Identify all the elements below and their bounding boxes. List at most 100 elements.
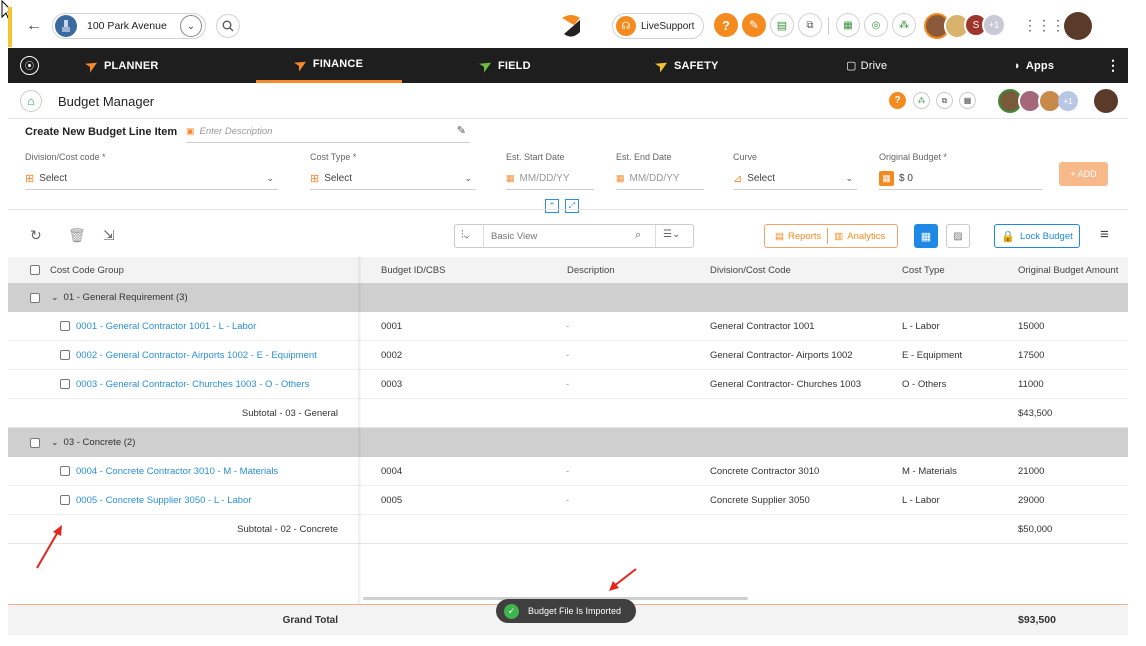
table-row[interactable]: 0001 - General Contractor 1001 - L - Lab… [8, 312, 1128, 341]
table-row[interactable]: 0002 - General Contractor- Airports 1002… [8, 341, 1128, 370]
reports-button[interactable]: Reports [788, 231, 821, 242]
row-checkbox[interactable] [60, 321, 70, 331]
cell-description: - [566, 378, 570, 390]
header-budget-id[interactable]: Budget ID/CBS [381, 257, 445, 283]
cost-type-value: Select [324, 173, 353, 184]
user-avatar[interactable] [1064, 12, 1092, 40]
group-row[interactable]: ⌄ 03 - Concrete (2) [8, 428, 1128, 457]
menu-toggle-icon[interactable]: ⦿ [20, 56, 39, 75]
annotation-arrow-icon [609, 568, 637, 591]
row-checkbox[interactable] [60, 350, 70, 360]
header-cost-code-group[interactable]: Cost Code Group [30, 257, 124, 283]
arrow-icon: ➤ [82, 55, 101, 75]
description-placeholder: Enter Description [199, 126, 273, 137]
row-checkbox[interactable] [60, 379, 70, 389]
end-date-field[interactable]: ▦ MM/DD/YY [616, 168, 704, 190]
hamburger-menu-icon[interactable]: ≡ [1100, 226, 1109, 243]
row-checkbox[interactable] [60, 466, 70, 476]
cell-budget-id: 0004 [381, 465, 403, 477]
table-row[interactable]: 0003 - General Contractor- Churches 1003… [8, 370, 1128, 399]
cell-budget-id: 0005 [381, 494, 403, 506]
apps-grid-icon[interactable]: ⋮⋮⋮ [1023, 15, 1065, 35]
search-icon[interactable] [216, 14, 240, 38]
table-row[interactable]: 0005 - Concrete Supplier 3050 - L - Labo… [8, 486, 1128, 515]
nav-apps[interactable]: ◗ Apps [1014, 48, 1054, 83]
nav-planner[interactable]: ➤ PLANNER [82, 48, 159, 83]
header-original-budget[interactable]: Original Budget Amount [1018, 257, 1118, 283]
nav-safety-label: SAFETY [673, 59, 719, 72]
select-all-checkbox[interactable] [30, 265, 40, 275]
kebab-menu-icon[interactable]: ⋮ [1106, 48, 1120, 83]
trash-icon[interactable]: 🗑 [68, 227, 86, 244]
add-button[interactable]: + ADD [1059, 162, 1108, 186]
header-cost-type[interactable]: Cost Type [902, 257, 945, 283]
header-description[interactable]: Description [567, 257, 615, 283]
cell-amount: 11000 [1018, 378, 1044, 390]
back-arrow-icon[interactable]: ← [26, 17, 42, 35]
cost-type-select[interactable]: ⊞ Select ⌄ [310, 168, 476, 190]
people-icon[interactable]: ⁂ [892, 13, 916, 37]
group-row[interactable]: ⌄ 01 - General Requirement (3) [8, 283, 1128, 312]
refresh-icon[interactable]: ↻ [30, 227, 42, 244]
chevron-down-icon[interactable]: ⌄ [180, 15, 202, 37]
collapse-icon[interactable]: ⌃ [545, 199, 559, 213]
live-support-button[interactable]: ☊ LiveSupport [612, 13, 704, 39]
filter-icon[interactable]: ☰⌄ [663, 229, 680, 240]
chevron-down-icon[interactable]: ⌄ [51, 437, 59, 448]
files-icon[interactable]: ⧉ [798, 13, 822, 37]
clipboard-icon[interactable]: ▤ [770, 13, 794, 37]
export-icon[interactable]: ⇲ [103, 227, 115, 244]
project-selector[interactable]: 100 Park Avenue ⌄ [52, 13, 206, 39]
chevron-down-icon[interactable]: ⌄ [51, 292, 59, 303]
more-users-badge[interactable]: +1 [1058, 91, 1078, 111]
gantt-view-icon[interactable]: ▨ [946, 224, 970, 248]
nav-finance[interactable]: ➤ FINANCE [256, 48, 402, 83]
start-date-field[interactable]: ▦ MM/DD/YY [506, 168, 594, 190]
nav-drive[interactable]: ▢ Drive [846, 48, 887, 83]
chat-icon[interactable]: ◎ [864, 13, 888, 37]
grid-toolbar: ↻ 🗑 ⇲ ⫶⌄ ⌕ ☰⌄ ▤ Reports ▥ Analytics ▦ ▨ … [8, 218, 1128, 256]
help-icon[interactable]: ? [714, 13, 738, 37]
group-label: 03 - Concrete (2) [63, 437, 136, 448]
project-avatar [55, 15, 77, 37]
row-name-link[interactable]: 0002 - General Contractor- Airports 1002… [76, 350, 317, 361]
row-name-link[interactable]: 0001 - General Contractor 1001 - L - Lab… [76, 321, 256, 332]
view-search-input[interactable] [491, 228, 631, 244]
project-name: 100 Park Avenue [87, 20, 167, 32]
analytics-button[interactable]: Analytics [847, 231, 885, 242]
nav-field[interactable]: ➤ FIELD [477, 48, 531, 83]
grid-view-icon[interactable]: ▦ [914, 224, 938, 248]
home-icon[interactable]: ⌂ [20, 90, 42, 112]
pencil-icon[interactable]: ✎ [457, 124, 466, 137]
cell-amount: 15000 [1018, 320, 1045, 332]
budget-field[interactable]: ▦ $ 0 [879, 168, 1043, 190]
row-name-link[interactable]: 0005 - Concrete Supplier 3050 - L - Labo… [76, 495, 252, 506]
group-checkbox[interactable] [30, 437, 40, 448]
expand-icon[interactable]: ⤢ [565, 199, 579, 213]
group-checkbox[interactable] [30, 292, 40, 303]
people-icon[interactable]: ⁂ [913, 92, 930, 109]
row-name-link[interactable]: 0004 - Concrete Contractor 3010 - M - Ma… [76, 466, 278, 477]
table-row[interactable]: 0004 - Concrete Contractor 3010 - M - Ma… [8, 457, 1128, 486]
curve-select[interactable]: ⊿ Select ⌄ [733, 168, 857, 190]
receipt-icon[interactable]: ▦ [836, 13, 860, 37]
cost-type-label: Cost Type * [310, 152, 357, 162]
view-options-icon[interactable]: ⫶⌄ [461, 229, 470, 242]
lock-budget-button[interactable]: 🔒 Lock Budget [994, 224, 1080, 248]
files-icon[interactable]: ⧉ [936, 92, 953, 109]
division-select[interactable]: ⊞ Select ⌄ [25, 168, 278, 190]
row-checkbox[interactable] [60, 495, 70, 505]
description-field[interactable]: ▣ Enter Description ✎ [186, 121, 470, 143]
app-logo-icon [562, 15, 580, 37]
user-avatar[interactable] [1094, 89, 1118, 113]
receipt-icon[interactable]: ▦ [959, 92, 976, 109]
end-date-placeholder: MM/DD/YY [629, 173, 680, 184]
more-users-badge[interactable]: +1 [982, 13, 1006, 37]
wrench-icon[interactable]: ✎ [742, 13, 766, 37]
help-icon[interactable]: ? [889, 92, 906, 109]
header-division[interactable]: Division/Cost Code [710, 257, 791, 283]
search-icon[interactable]: ⌕ [635, 229, 641, 242]
nav-safety[interactable]: ➤ SAFETY [653, 48, 719, 83]
row-name-link[interactable]: 0003 - General Contractor- Churches 1003… [76, 379, 309, 390]
view-selector[interactable]: ⫶⌄ ⌕ ☰⌄ [454, 224, 694, 248]
